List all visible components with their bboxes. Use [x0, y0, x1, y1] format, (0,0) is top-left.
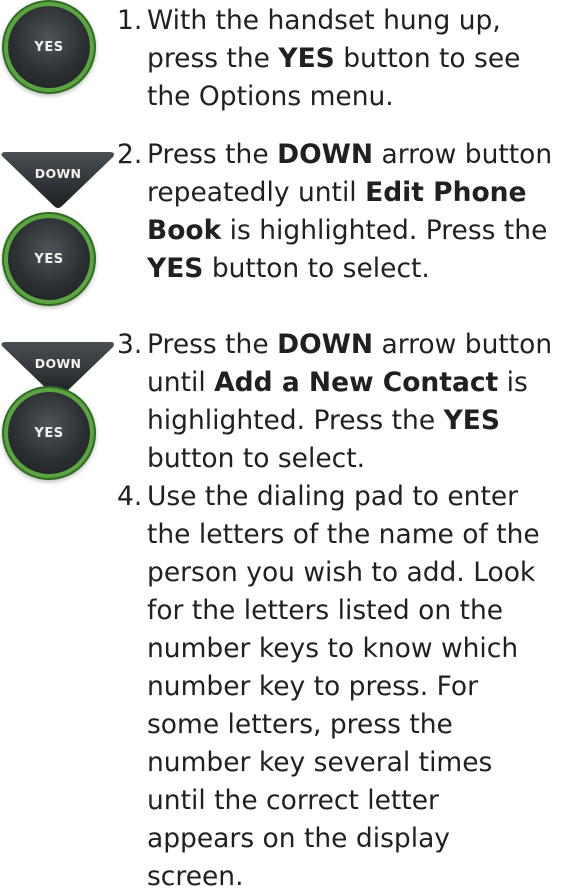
down-arrow-button-icon: DOWN — [0, 152, 116, 210]
step-text-part: Use the dialing pad to enter the letters… — [147, 481, 540, 892]
yes-button-label: YES — [34, 251, 64, 267]
step-text-part: Press the — [147, 139, 278, 170]
yes-button-label: YES — [34, 425, 64, 441]
step-number: 3. — [117, 329, 143, 360]
down-arrow-button-icon: DOWN — [0, 342, 116, 400]
yes-button-icon: YES — [8, 6, 90, 88]
step-text-bold: YES — [443, 405, 500, 436]
yes-button-icon: YES — [8, 392, 90, 474]
step-text: Press the DOWN arrow button until Add a … — [117, 326, 562, 478]
step-number: 2. — [117, 139, 143, 170]
step-text-bold: DOWN — [277, 139, 374, 170]
step-3: 3. Press the DOWN arrow button until Add… — [117, 326, 562, 478]
step-text-part: button to select. — [147, 443, 366, 474]
step-text-part: is highlighted. Press the — [221, 215, 548, 246]
step-text: Use the dialing pad to enter the letters… — [117, 478, 552, 896]
down-button-label: DOWN — [34, 166, 82, 181]
step-2: 2. Press the DOWN arrow button repeatedl… — [117, 136, 562, 288]
step-text-bold: YES — [147, 253, 204, 284]
step-text-part: Press the — [147, 329, 278, 360]
yes-button-icon: YES — [8, 218, 90, 300]
step-text: Press the DOWN arrow button repeatedly u… — [117, 136, 562, 288]
step-text-bold: YES — [278, 43, 335, 74]
step-text-bold: Add a New Contact — [214, 367, 499, 398]
down-button-label: DOWN — [34, 356, 82, 371]
step-text-part: button to select. — [203, 253, 430, 284]
step-4: 4. Use the dialing pad to enter the lett… — [117, 478, 552, 896]
step-number: 1. — [117, 5, 143, 36]
step-text: With the handset hung up, press the YES … — [117, 2, 552, 116]
step-1: 1. With the handset hung up, press the Y… — [117, 2, 552, 116]
step-text-bold: DOWN — [277, 329, 374, 360]
yes-button-label: YES — [34, 39, 64, 55]
step-number: 4. — [117, 481, 143, 512]
